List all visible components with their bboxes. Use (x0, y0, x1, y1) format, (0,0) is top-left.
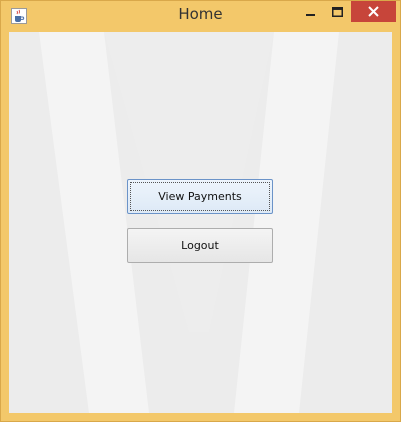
view-payments-button[interactable]: View Payments (127, 179, 273, 214)
minimize-button[interactable] (298, 1, 324, 22)
home-window: Home View Payments Logout (0, 0, 401, 422)
content-panel: View Payments Logout (9, 32, 392, 413)
view-payments-label: View Payments (158, 190, 242, 203)
close-icon (368, 2, 379, 21)
maximize-button[interactable] (324, 1, 350, 22)
logout-button[interactable]: Logout (127, 228, 273, 263)
title-bar[interactable]: Home (1, 1, 400, 31)
minimize-icon (306, 2, 316, 21)
logout-label: Logout (181, 239, 219, 252)
background-pattern (9, 32, 392, 413)
java-coffee-cup-icon[interactable] (11, 8, 27, 24)
close-button[interactable] (351, 1, 396, 22)
maximize-icon (331, 2, 343, 21)
